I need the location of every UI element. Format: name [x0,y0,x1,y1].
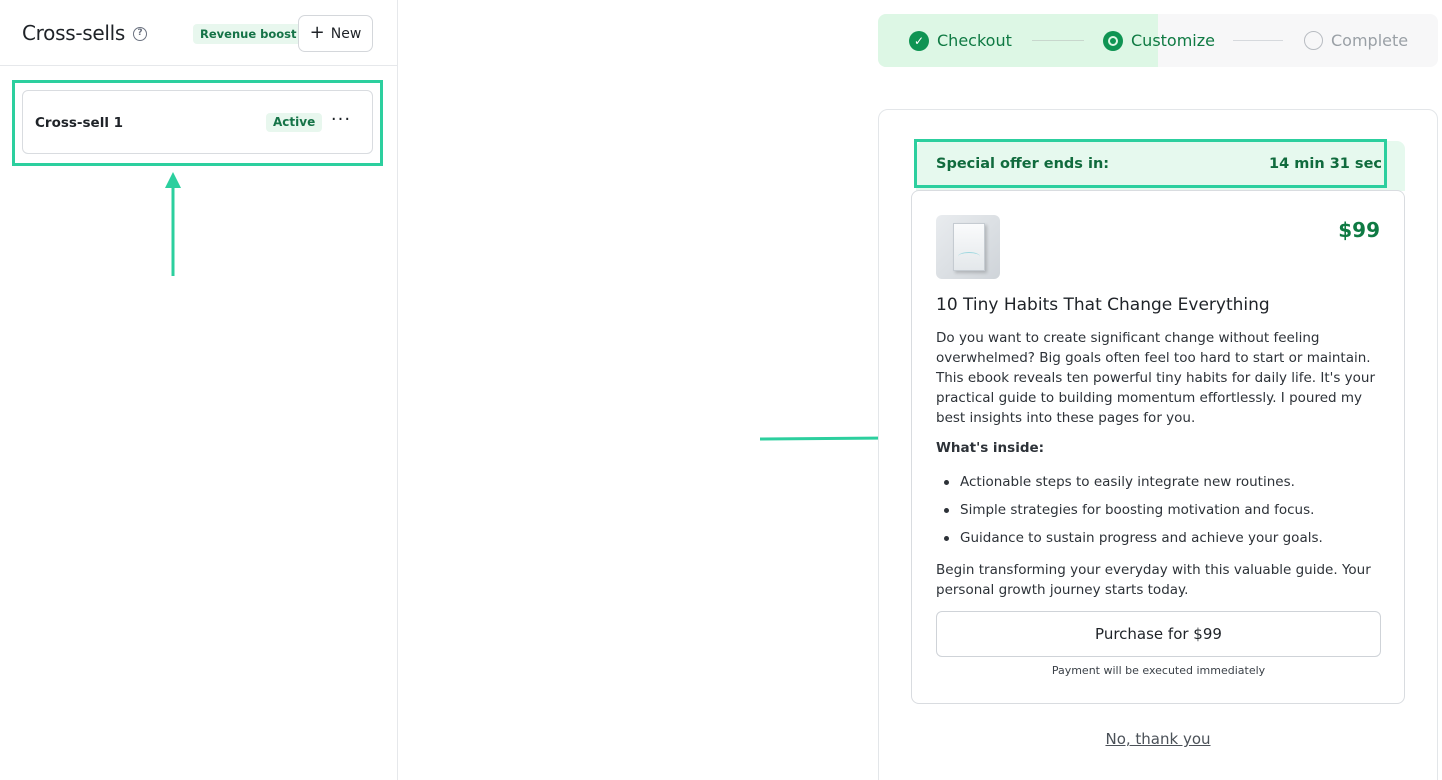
list-item: Actionable steps to easily integrate new… [936,472,1384,492]
ebook-cover-icon [953,223,985,271]
cross-sell-title: Cross-sell 1 [35,115,124,131]
more-options-icon[interactable]: ··· [329,110,353,134]
decline-link[interactable]: No, thank you [878,730,1438,748]
step-divider [1233,40,1283,41]
current-step-icon [1103,30,1123,51]
step-label: Customize [1131,31,1215,50]
cross-sell-card[interactable]: Cross-sell 1 Active ··· [22,90,373,154]
product-description: Do you want to create significant change… [936,330,1376,426]
status-badge: Active [266,113,323,132]
product-card: $99 10 Tiny Habits That Change Everythin… [911,190,1405,704]
product-title: 10 Tiny Habits That Change Everything [936,295,1270,315]
product-closing-text: Begin transforming your everyday with th… [936,562,1371,598]
list-item: Guidance to sustain progress and achieve… [936,528,1384,548]
step-complete[interactable]: Complete [1304,14,1408,67]
annotation-arrow-up-icon [165,172,181,276]
new-button-label: New [330,25,362,42]
step-customize[interactable]: Customize [1103,14,1215,67]
new-cross-sell-button[interactable]: + New [298,15,373,52]
step-label: Checkout [937,31,1012,50]
sidebar-header: Cross-sells ? Revenue boost + New [0,0,397,66]
step-checkout[interactable]: ✓ Checkout [909,14,1012,67]
pending-step-icon [1304,31,1323,50]
purchase-button[interactable]: Purchase for $99 [936,611,1381,657]
step-divider [1032,40,1084,41]
check-icon: ✓ [909,30,929,51]
list-item: Simple strategies for boosting motivatio… [936,500,1384,520]
revenue-boost-badge: Revenue boost [193,24,304,44]
highlight-box-offer-bar [914,139,1387,188]
plus-icon: + [309,21,325,43]
checkout-stepper: ✓ Checkout Customize Complete [878,14,1438,67]
whats-inside-list: Actionable steps to easily integrate new… [936,472,1384,556]
help-icon[interactable]: ? [133,27,147,41]
payment-note: Payment will be executed immediately [1051,664,1266,677]
step-label: Complete [1331,31,1409,50]
whats-inside-heading: What's inside: [936,440,1045,456]
page-title: Cross-sells [22,21,125,45]
product-thumbnail [936,215,1000,279]
product-price: $99 [1338,218,1380,242]
